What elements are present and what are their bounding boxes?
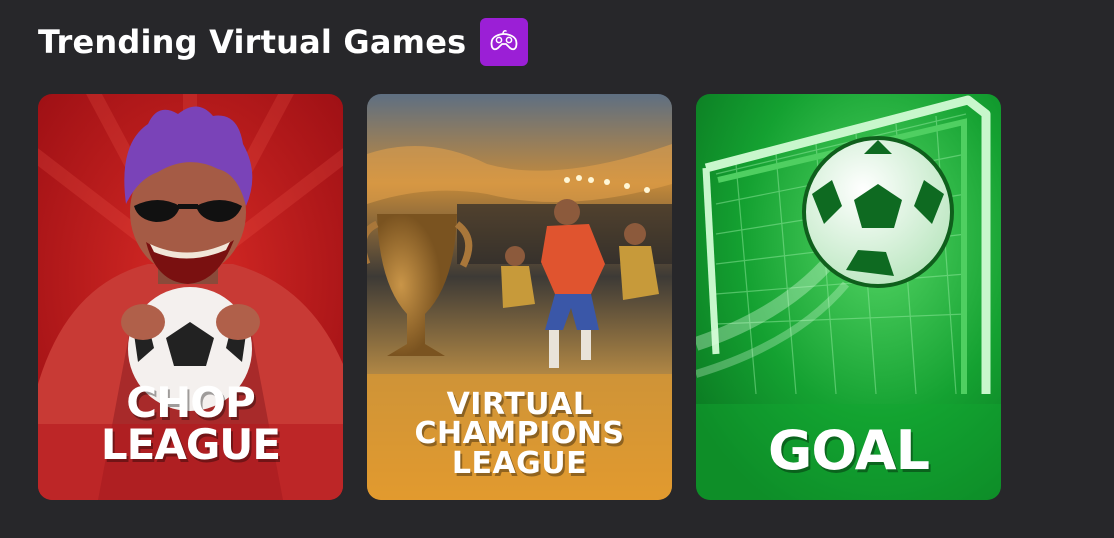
- section-title: Trending Virtual Games: [38, 23, 467, 61]
- games-list: CHOP LEAGUE VIRTUAL CHAMPIONS LEAGUE GOA…: [38, 94, 1001, 500]
- gamepad-icon: [480, 18, 529, 66]
- game-card-goal[interactable]: GOAL: [696, 94, 1001, 500]
- section-header: Trending Virtual Games: [38, 18, 529, 66]
- game-title: CHOP LEAGUE: [100, 378, 281, 469]
- game-card-virtual-champions-league[interactable]: VIRTUAL CHAMPIONS LEAGUE: [367, 94, 672, 500]
- game-card-chop-league[interactable]: CHOP LEAGUE: [38, 94, 343, 500]
- game-title: VIRTUAL CHAMPIONS LEAGUE: [414, 387, 625, 481]
- trending-virtual-games-section: Trending Virtual Games CHOP LEAGUE VIRTU…: [0, 0, 1114, 538]
- game-title: GOAL: [768, 419, 930, 482]
